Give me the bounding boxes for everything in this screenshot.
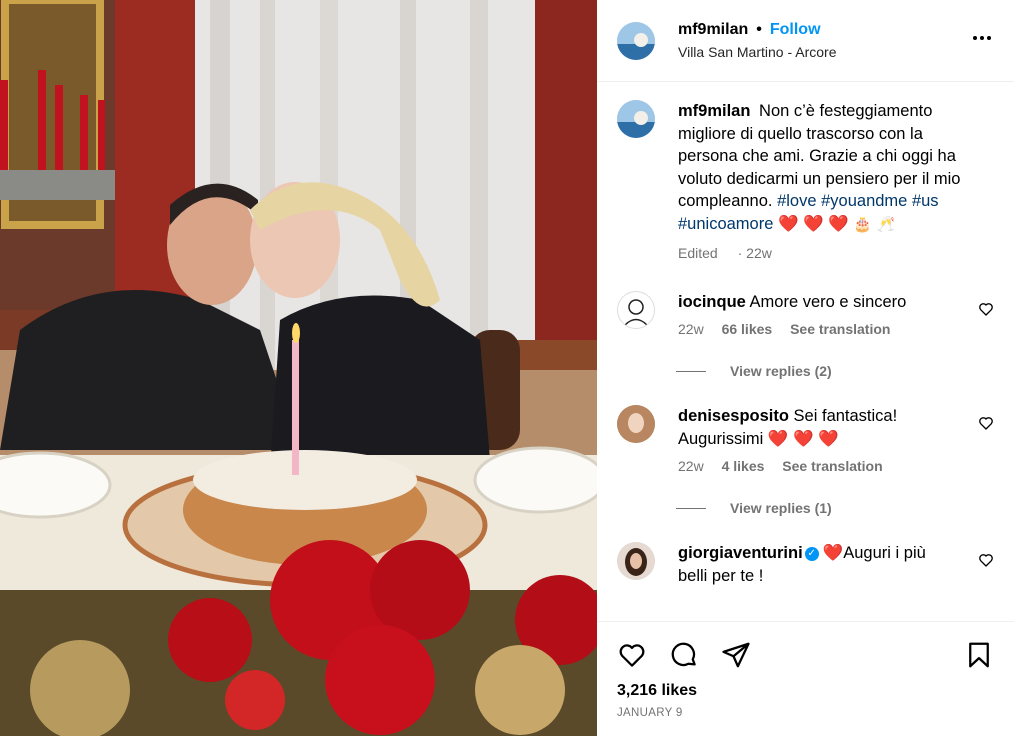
likes-count[interactable]: 3,216 likes xyxy=(617,682,994,700)
heart-icon[interactable] xyxy=(978,552,994,568)
commenter-avatar[interactable] xyxy=(617,405,655,443)
comment-item: denisesposito Sei fantastica! Augurissim… xyxy=(617,405,994,474)
heart-emoji: ❤️ ❤️ ❤️ xyxy=(777,214,849,233)
comment-text: Amore vero e sincero xyxy=(749,292,907,311)
hashtag-link[interactable]: #youandme xyxy=(821,192,907,210)
more-horizontal-icon[interactable] xyxy=(970,26,994,55)
location-link[interactable]: Villa San Martino - Arcore xyxy=(678,44,970,60)
edited-label: Edited · 22w xyxy=(678,245,772,261)
post-actions: 3,216 likes JANUARY 9 xyxy=(597,621,1014,736)
post-dialog: mf9milan • Follow Villa San Martino - Ar… xyxy=(0,0,1014,736)
post-photo[interactable] xyxy=(0,0,597,736)
caption-avatar[interactable] xyxy=(617,100,655,138)
heart-emoji: ❤️ ❤️ ❤️ xyxy=(767,429,839,448)
comment-time[interactable]: 22w xyxy=(678,458,704,474)
replies-divider xyxy=(676,370,706,372)
author-username[interactable]: mf9milan xyxy=(678,21,748,39)
view-replies-label: View replies (1) xyxy=(730,500,832,516)
heart-emoji: ❤️ xyxy=(822,544,844,562)
caption-time: 22w xyxy=(746,245,772,261)
cheers-emoji: 🥂 xyxy=(876,215,896,233)
verified-badge-icon: ✓ xyxy=(804,546,819,561)
heart-icon[interactable] xyxy=(978,415,994,431)
comments-scroll-area[interactable]: mf9milan Non c’è festeggiamento migliore… xyxy=(597,82,1014,621)
heart-icon[interactable] xyxy=(617,640,647,670)
hashtag-link[interactable]: #us xyxy=(912,192,939,210)
hashtag-link[interactable]: #unicoamore xyxy=(678,215,773,233)
bookmark-icon[interactable] xyxy=(964,640,994,670)
view-replies-button[interactable]: View replies (1) xyxy=(676,500,994,516)
caption-username[interactable]: mf9milan xyxy=(678,102,750,120)
see-translation-link[interactable]: See translation xyxy=(790,321,890,337)
author-avatar[interactable] xyxy=(617,21,655,60)
caption: mf9milan Non c’è festeggiamento migliore… xyxy=(617,100,994,265)
post-date: JANUARY 9 xyxy=(617,707,683,719)
replies-divider xyxy=(676,507,706,509)
comment-likes[interactable]: 4 likes xyxy=(722,458,765,474)
edited-text: Edited xyxy=(678,245,718,261)
heart-icon[interactable] xyxy=(978,301,994,317)
commenter-username[interactable]: iocinque xyxy=(678,293,746,311)
commenter-avatar[interactable] xyxy=(617,542,655,580)
comment-time[interactable]: 22w xyxy=(678,321,704,337)
share-icon[interactable] xyxy=(721,640,751,670)
view-replies-button[interactable]: View replies (2) xyxy=(676,363,994,379)
follow-button[interactable]: Follow xyxy=(770,21,821,39)
post-sidebar: mf9milan • Follow Villa San Martino - Ar… xyxy=(597,0,1014,736)
comment-likes[interactable]: 66 likes xyxy=(722,321,773,337)
comment-icon[interactable] xyxy=(669,640,699,670)
photo-illustration xyxy=(0,0,597,736)
cake-emoji: 🎂 xyxy=(853,215,873,233)
commenter-avatar[interactable] xyxy=(617,290,655,329)
see-translation-link[interactable]: See translation xyxy=(782,458,882,474)
view-replies-label: View replies (2) xyxy=(730,363,832,379)
post-header: mf9milan • Follow Villa San Martino - Ar… xyxy=(597,0,1014,82)
commenter-username[interactable]: giorgiaventurini xyxy=(678,544,803,562)
comment-item: iocinque Amore vero e sincero 22w 66 lik… xyxy=(617,290,994,337)
separator-dot: • xyxy=(756,21,762,38)
comment-item: giorgiaventurini ✓ ❤️Auguri i più belli pe… xyxy=(617,542,994,587)
hashtag-link[interactable]: #love xyxy=(777,192,816,210)
commenter-username[interactable]: denisesposito xyxy=(678,407,789,425)
